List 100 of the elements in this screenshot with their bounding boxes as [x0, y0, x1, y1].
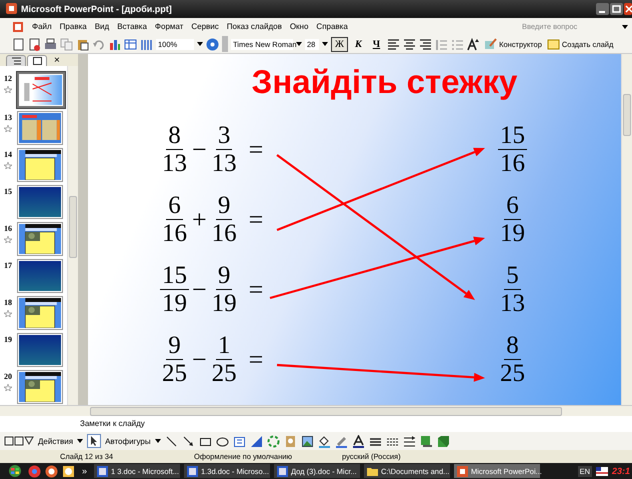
- diagram-icon[interactable]: [266, 434, 280, 448]
- paste-icon[interactable]: [76, 38, 89, 51]
- menu-item[interactable]: Вставка: [117, 22, 147, 32]
- numerator: 9: [166, 332, 183, 360]
- document-icon: [187, 466, 198, 477]
- line-color-icon[interactable]: [334, 434, 348, 448]
- italic-button[interactable]: К: [350, 36, 366, 52]
- star-icon: [4, 124, 12, 132]
- text-box-icon[interactable]: [232, 434, 246, 448]
- dropdown-icon[interactable]: [322, 41, 328, 48]
- star-icon: [4, 310, 12, 318]
- 3d-icon[interactable]: [436, 434, 450, 448]
- print-icon[interactable]: [44, 38, 57, 51]
- table-icon[interactable]: [124, 38, 137, 51]
- slide-thumbnail[interactable]: [17, 222, 63, 256]
- denominator: 13: [210, 150, 238, 178]
- presentation-icon: [457, 466, 468, 477]
- equals-sign: =: [248, 204, 264, 235]
- operator: −: [191, 134, 208, 165]
- dropdown-icon[interactable]: [296, 41, 302, 48]
- menu-item[interactable]: Сервис: [191, 22, 219, 32]
- slide-thumbnail[interactable]: [17, 370, 63, 404]
- operator: +: [191, 204, 208, 235]
- underline-button[interactable]: Ч: [368, 36, 384, 52]
- dropdown-icon[interactable]: [622, 24, 628, 30]
- numerator: 8: [504, 332, 521, 360]
- clock-text: 23:1: [612, 466, 630, 476]
- autoshapes-menu[interactable]: Автофигуры: [105, 436, 151, 446]
- star-icon: [4, 162, 12, 169]
- align-left-icon[interactable]: [387, 38, 400, 51]
- slide-thumbnail[interactable]: [17, 110, 63, 145]
- toolbar-handle-icon[interactable]: [222, 36, 228, 52]
- menu-item[interactable]: Формат: [154, 22, 184, 32]
- open-icon[interactable]: [28, 38, 41, 51]
- slide-icon: [546, 38, 560, 50]
- line-icon[interactable]: [164, 434, 178, 448]
- slide-thumbnail[interactable]: [17, 148, 63, 182]
- numerator: 15: [498, 122, 527, 150]
- operator: −: [191, 274, 208, 305]
- maximize-icon[interactable]: [610, 2, 623, 15]
- help-icon[interactable]: [206, 38, 219, 51]
- scrollbar[interactable]: [67, 66, 78, 405]
- close-icon[interactable]: [624, 2, 632, 15]
- equals-sign: =: [248, 274, 264, 305]
- columns-icon[interactable]: [140, 38, 153, 51]
- dropdown-icon[interactable]: [154, 438, 161, 444]
- image-icon[interactable]: [300, 434, 314, 448]
- browser-icon[interactable]: [28, 464, 41, 478]
- font-color-icon[interactable]: [352, 434, 365, 448]
- arrow-style-icon[interactable]: [402, 434, 416, 448]
- oval-icon[interactable]: [216, 434, 229, 448]
- clock-icon[interactable]: [62, 464, 75, 478]
- slide-title: Знайдіть стежку: [252, 64, 518, 100]
- denominator: 16: [210, 220, 238, 248]
- denominator: 25: [499, 360, 526, 388]
- star-icon: [4, 384, 12, 392]
- document-icon[interactable]: [12, 20, 24, 33]
- start-icon[interactable]: [6, 464, 24, 478]
- menu-item[interactable]: Окно: [290, 22, 308, 32]
- dropdown-icon[interactable]: [197, 41, 203, 48]
- pointer-icon[interactable]: [87, 434, 102, 448]
- menu-item[interactable]: Файл: [32, 22, 52, 32]
- denominator: 13: [499, 290, 526, 318]
- menu-item[interactable]: Справка: [316, 22, 348, 32]
- slide-number: 15: [4, 186, 12, 196]
- slide-thumbnail[interactable]: [17, 72, 65, 108]
- menu-item[interactable]: Правка: [60, 22, 87, 32]
- arrow-icon[interactable]: [182, 434, 195, 448]
- clip-art-icon[interactable]: [284, 434, 297, 448]
- fill-color-icon[interactable]: [318, 434, 331, 448]
- actions-menu[interactable]: Действия: [38, 436, 74, 446]
- outline-tab[interactable]: [6, 54, 26, 66]
- new-document-icon[interactable]: [12, 38, 25, 51]
- dropdown-icon[interactable]: [77, 438, 84, 444]
- denominator: 25: [161, 360, 188, 388]
- slide-thumbnail[interactable]: [17, 296, 63, 330]
- bold-button[interactable]: Ж: [331, 36, 348, 52]
- view-icons[interactable]: [4, 436, 34, 446]
- menu-item[interactable]: Вид: [94, 22, 110, 32]
- font-grow-icon[interactable]: [467, 38, 480, 51]
- slide-thumbnail[interactable]: [17, 259, 63, 294]
- minimize-icon[interactable]: [596, 2, 609, 15]
- globe-icon[interactable]: [45, 464, 58, 478]
- chart-icon[interactable]: [108, 38, 121, 51]
- shadow-icon[interactable]: [420, 434, 433, 448]
- pencil-icon: [484, 38, 498, 50]
- folder-icon: [367, 466, 378, 477]
- align-right-icon[interactable]: [419, 38, 432, 51]
- menu-item[interactable]: Показ слайдов: [226, 22, 282, 32]
- horizontal-scrollbar[interactable]: [0, 404, 632, 416]
- more-button[interactable]: »: [79, 466, 90, 476]
- slides-tab[interactable]: [27, 54, 47, 66]
- scrollbar[interactable]: [621, 54, 632, 405]
- slide-thumbnail[interactable]: [17, 333, 63, 368]
- notes-field[interactable]: Заметки к слайду: [0, 416, 632, 432]
- align-center-icon[interactable]: [403, 38, 416, 51]
- slide-thumbnail[interactable]: [17, 184, 63, 219]
- slide-number: 16: [4, 224, 12, 233]
- wordart-icon[interactable]: [250, 434, 263, 448]
- document-icon: [277, 466, 288, 477]
